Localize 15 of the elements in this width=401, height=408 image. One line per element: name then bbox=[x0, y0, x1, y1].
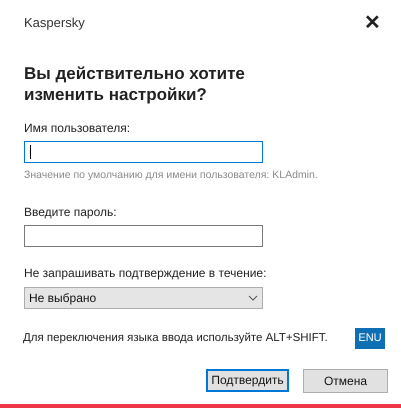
dropdown[interactable]: Не выбрано bbox=[24, 286, 263, 309]
input-field[interactable] bbox=[24, 141, 263, 163]
language-hint: Для переключения языка ввода используйте ALT+SHIFT. bbox=[23, 330, 328, 346]
field-label: Имя пользователя: bbox=[24, 120, 132, 137]
chevron-down-icon bbox=[248, 294, 258, 301]
input-field[interactable] bbox=[24, 224, 263, 247]
dialog-heading: Вы действительно хотите изменить настройки? bbox=[23, 63, 246, 105]
window-title: Kaspersky bbox=[24, 14, 85, 32]
field-label: Введите пароль: bbox=[24, 204, 118, 221]
select-label: Не запрашивать подтверждение в течение: bbox=[24, 264, 268, 282]
cancel-button[interactable]: Отмена bbox=[303, 368, 388, 393]
confirm-button[interactable]: Подтвердить bbox=[206, 368, 289, 392]
language-badge: ENU bbox=[355, 328, 385, 349]
close-button[interactable]: ✕ bbox=[360, 13, 385, 33]
hint-text: Значение по умолчанию для имени пользователя: KLAdmin. bbox=[24, 168, 319, 183]
